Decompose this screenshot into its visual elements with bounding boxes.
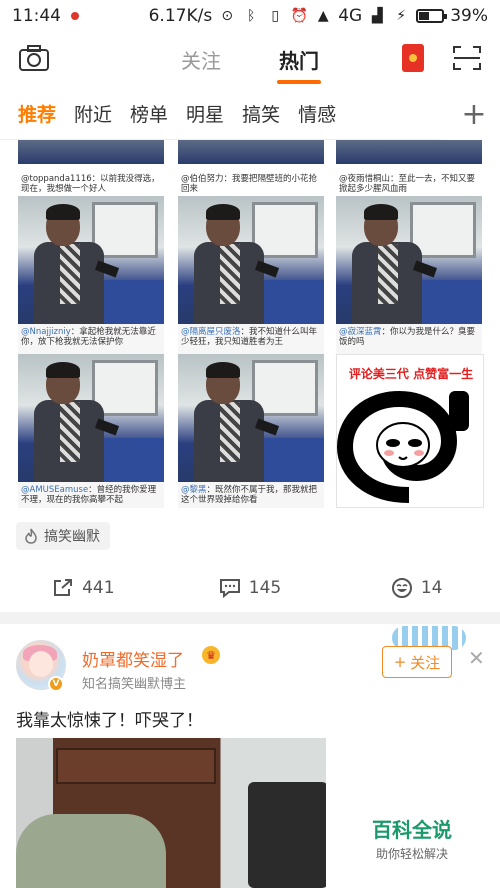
grid-caption: @toppanda1116：以前我没得选，现在，我想做一个好人 xyxy=(21,174,160,194)
panda-meme-icon xyxy=(337,390,469,503)
red-packet-icon[interactable] xyxy=(402,44,424,72)
channel-emotion[interactable]: 情感 xyxy=(298,100,336,127)
grid-image xyxy=(18,354,164,482)
bluetooth-icon: ᛒ xyxy=(247,8,256,24)
grid-caption: @隔离屋只废洛：我不知道什么叫年少轻狂，我只知道胜者为王 xyxy=(178,324,324,354)
topic-tag-label: 搞笑幽默 xyxy=(44,529,100,545)
repost-icon xyxy=(54,579,73,596)
image-grid: @toppanda1116：以前我没得选，现在，我想做一个好人 @伯伯努力：我要… xyxy=(18,140,484,508)
watermark-subtitle: 助你轻松解决 xyxy=(375,847,448,861)
grid-image xyxy=(18,140,164,164)
meme-title: 评论美三代 点赞富一生 xyxy=(348,367,474,381)
plus-icon: + xyxy=(393,653,407,671)
tab-hot[interactable]: 热门 xyxy=(277,45,321,84)
grid-cell[interactable]: @Nnajjizniy：拿起枪我就无法靠近你，放下枪我就无法保护你 xyxy=(18,196,164,354)
grid-cell[interactable]: @AMUSEamuse：曾经的我你爱理不理，现在的我你高攀不起 xyxy=(18,354,164,508)
post-image[interactable] xyxy=(16,738,326,888)
feed-divider xyxy=(0,612,500,624)
crown-icon: ♛ xyxy=(202,646,220,664)
comment-icon xyxy=(219,579,240,598)
smile-like-icon xyxy=(391,578,412,598)
status-right: 6.17K/s ⊙ ᛒ ▯ ⏰ ▲ 4G ▟ ⚡ 39% xyxy=(149,6,488,26)
grid-cell[interactable]: @toppanda1116：以前我没得选，现在，我想做一个好人 xyxy=(18,140,164,194)
close-icon[interactable]: ✕ xyxy=(468,646,485,670)
tab-follow[interactable]: 关注 xyxy=(181,45,221,74)
meme-image[interactable]: 评论美三代 点赞富一生 xyxy=(336,354,484,508)
grid-caption: @夜雨惜桐山：至此一去，不知又要掀起多少腥风血雨 xyxy=(339,174,476,194)
grid-caption: @寂深蓝霄：你以为我是什么？臭要饭的吗 xyxy=(336,324,482,354)
signal-icon: ▟ xyxy=(371,8,383,24)
top-tabs: 关注 热门 xyxy=(0,32,500,86)
verified-badge-icon: V xyxy=(48,676,64,692)
channel-recommend[interactable]: 推荐 xyxy=(18,100,56,127)
vpn-icon: ⊙ xyxy=(221,8,234,24)
user-description: 知名搞笑幽默博主 xyxy=(82,677,187,692)
wifi-hd-icon: ▲ xyxy=(317,8,329,24)
network-speed: 6.17K/s xyxy=(148,6,213,26)
battery-icon xyxy=(416,9,448,23)
channel-celebrity[interactable]: 明星 xyxy=(186,100,224,127)
grid-image xyxy=(178,196,324,324)
grid-caption: @Nnajjizniy：拿起枪我就无法靠近你，放下枪我就无法保护你 xyxy=(18,324,164,354)
repost-count: 441 xyxy=(82,578,115,598)
grid-caption: @伯伯努力：我要把隔壁班的小花抢回来 xyxy=(181,174,318,194)
notification-dot-icon xyxy=(71,12,79,20)
flame-icon xyxy=(25,528,37,544)
follow-label: 关注 xyxy=(410,653,441,672)
channel-bar: 推荐 附近 榜单 明星 搞笑 情感 + xyxy=(0,88,500,140)
grid-image xyxy=(18,196,164,324)
status-time: 11:44 xyxy=(12,6,61,26)
comment-count: 145 xyxy=(248,578,282,598)
comment-button[interactable]: 145 xyxy=(167,566,334,610)
grid-cell[interactable]: @黎黑：既然你不属于我，那我就把这个世界毁掉给你看 xyxy=(178,354,324,508)
add-channel-button[interactable]: + xyxy=(448,88,500,140)
alarm-icon: ⏰ xyxy=(290,8,308,24)
watermark-title: 百科全说 xyxy=(372,818,452,842)
watermark-logo: 百科全说 助你轻松解决 xyxy=(362,814,462,864)
power-icon: ⚡ xyxy=(396,8,407,24)
grid-caption: @AMUSEamuse：曾经的我你爱理不理，现在的我你高攀不起 xyxy=(18,482,164,508)
top-navigation: 关注 热门 xyxy=(0,32,500,86)
like-button[interactable]: 14 xyxy=(333,566,500,610)
signal-type: 4G xyxy=(338,6,363,26)
grid-image xyxy=(178,140,324,164)
post-username[interactable]: 奶罩都笑湿了 xyxy=(82,646,184,671)
follow-button[interactable]: + 关注 xyxy=(382,646,452,678)
post-actions: 441 145 14 xyxy=(0,566,500,610)
grid-image xyxy=(178,354,324,482)
topic-tag[interactable]: 搞笑幽默 xyxy=(16,522,110,550)
channel-nearby[interactable]: 附近 xyxy=(74,100,112,127)
battery-percent: 39% xyxy=(450,6,488,26)
grid-cell[interactable]: @夜雨惜桐山：至此一去，不知又要掀起多少腥风血雨 xyxy=(336,140,482,194)
like-count: 14 xyxy=(420,578,443,598)
weibo-hot-feed: 11:44 6.17K/s ⊙ ᛒ ▯ ⏰ ▲ 4G ▟ ⚡ 39% 关注 热门 xyxy=(0,0,500,888)
channel-rankings[interactable]: 榜单 xyxy=(130,100,168,127)
status-bar: 11:44 6.17K/s ⊙ ᛒ ▯ ⏰ ▲ 4G ▟ ⚡ 39% xyxy=(0,0,500,32)
grid-cell[interactable]: @寂深蓝霄：你以为我是什么？臭要饭的吗 xyxy=(336,196,482,354)
scan-icon[interactable] xyxy=(452,44,482,72)
grid-image xyxy=(336,140,482,164)
post-text: 我靠太惊悚了！吓哭了！ xyxy=(16,711,203,731)
grid-cell[interactable]: @隔离屋只废洛：我不知道什么叫年少轻狂，我只知道胜者为王 xyxy=(178,196,324,354)
channel-funny[interactable]: 搞笑 xyxy=(242,100,280,127)
grid-image xyxy=(336,196,482,324)
vibrate-icon: ▯ xyxy=(271,8,280,24)
grid-caption: @黎黑：既然你不属于我，那我就把这个世界毁掉给你看 xyxy=(178,482,324,508)
repost-button[interactable]: 441 xyxy=(0,566,167,610)
grid-cell[interactable]: @伯伯努力：我要把隔壁班的小花抢回来 xyxy=(178,140,324,194)
